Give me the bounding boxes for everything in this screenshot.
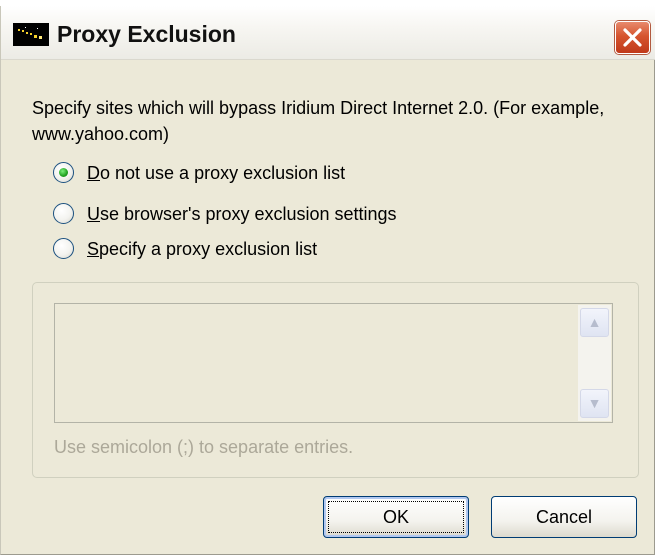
scroll-up-button[interactable]: ▲ <box>580 308 609 337</box>
ok-button[interactable]: OK <box>323 496 469 538</box>
close-button[interactable] <box>615 21 650 54</box>
radio-button[interactable] <box>53 238 74 259</box>
cancel-button[interactable]: Cancel <box>491 496 637 538</box>
radio-button[interactable] <box>53 203 74 224</box>
radio-label-browser-settings[interactable]: Use browser's proxy exclusion settings <box>87 201 397 227</box>
close-icon <box>623 28 642 47</box>
radio-label-specify-list[interactable]: Specify a proxy exclusion list <box>87 236 317 262</box>
focus-rectangle <box>328 501 464 533</box>
proxy-exclusion-dialog: Proxy Exclusion Specify sites which will… <box>0 6 655 555</box>
vertical-scrollbar[interactable]: ▲ ▼ <box>578 305 611 421</box>
chevron-down-icon: ▼ <box>587 395 602 411</box>
title-bar[interactable]: Proxy Exclusion <box>1 6 655 60</box>
radio-button-selected[interactable] <box>53 162 74 183</box>
radio-selected-dot <box>59 168 68 177</box>
cancel-button-label: Cancel <box>535 507 593 527</box>
description-text: Specify sites which will bypass Iridium … <box>32 98 605 144</box>
separator-hint: Use semicolon (;) to separate entries. <box>54 437 354 457</box>
radio-label-no-proxy[interactable]: Do not use a proxy exclusion list <box>87 160 345 186</box>
exclusion-list-textarea[interactable]: ▲ ▼ <box>54 303 613 423</box>
window-title: Proxy Exclusion <box>57 21 236 47</box>
scroll-down-button[interactable]: ▼ <box>580 389 609 418</box>
chevron-up-icon: ▲ <box>587 314 602 330</box>
app-logo-icon <box>13 23 49 46</box>
